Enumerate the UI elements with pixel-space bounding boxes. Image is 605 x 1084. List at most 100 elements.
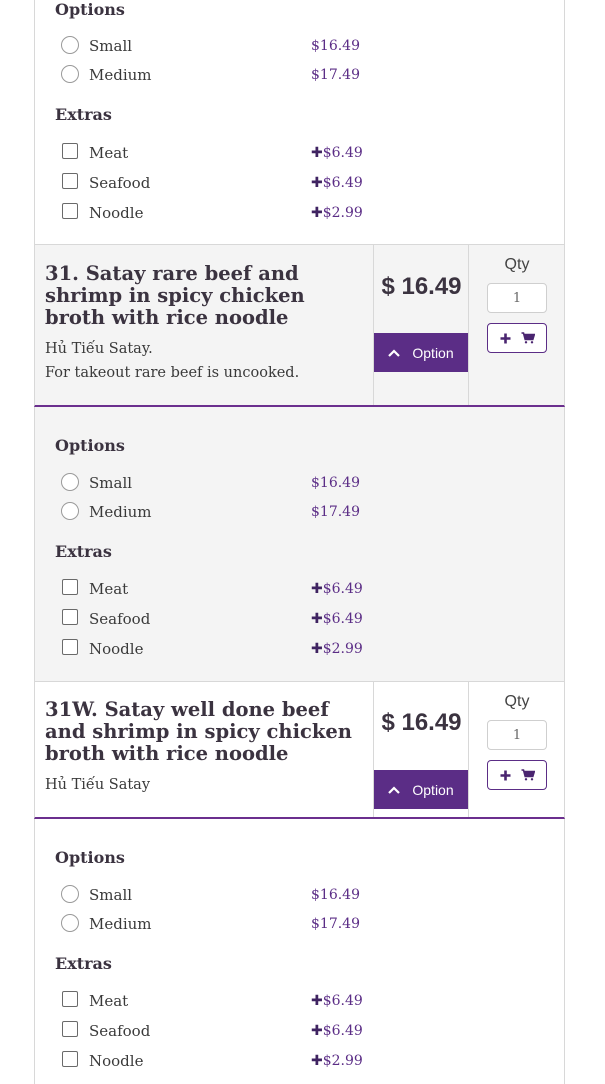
extra-price: ✚$2.99 bbox=[311, 205, 363, 221]
extra-price: ✚$6.49 bbox=[311, 1023, 363, 1039]
size-option-small[interactable]: Small $16.49 bbox=[61, 34, 391, 56]
qty-label: Qty bbox=[504, 256, 530, 273]
quantity-input[interactable] bbox=[487, 720, 547, 750]
options-panel-31: Options Small $16.49 Medium $17.49 Extra… bbox=[34, 407, 565, 682]
extra-price: ✚$6.49 bbox=[311, 145, 363, 161]
item-title: 31W. Satay well done beef and shrimp in … bbox=[45, 698, 352, 765]
plus-icon: ✚ bbox=[311, 175, 323, 191]
extras-heading: Extras bbox=[55, 105, 112, 124]
extra-option-seafood[interactable]: Seafood ✚$6.49 bbox=[61, 607, 391, 629]
extra-label: Noodle bbox=[89, 1052, 144, 1070]
extra-option-noodle[interactable]: Noodle ✚$2.99 bbox=[61, 637, 391, 659]
menu-item-31: 31. Satay rare beef and shrimp in spicy … bbox=[34, 244, 565, 407]
extra-option-meat[interactable]: Meat ✚$6.49 bbox=[61, 989, 391, 1011]
checkbox[interactable] bbox=[62, 991, 78, 1007]
size-label: Medium bbox=[89, 915, 152, 933]
extra-label: Seafood bbox=[89, 610, 151, 628]
extra-option-seafood[interactable]: Seafood ✚$6.49 bbox=[61, 171, 391, 193]
size-label: Small bbox=[89, 474, 133, 492]
options-heading: Options bbox=[55, 0, 125, 19]
qty-column: Qty bbox=[470, 682, 564, 817]
qty-label: Qty bbox=[504, 693, 530, 710]
extra-label: Noodle bbox=[89, 640, 144, 658]
checkbox[interactable] bbox=[62, 143, 78, 159]
size-label: Medium bbox=[89, 503, 152, 521]
extra-price: ✚$6.49 bbox=[311, 175, 363, 191]
size-price: $16.49 bbox=[311, 887, 360, 903]
extra-option-meat[interactable]: Meat ✚$6.49 bbox=[61, 141, 391, 163]
plus-icon: ✚ bbox=[311, 993, 323, 1009]
chevron-up-icon bbox=[388, 785, 401, 794]
extra-label: Seafood bbox=[89, 1022, 151, 1040]
item-description: Hủ Tiếu Satay bbox=[45, 777, 151, 793]
plus-icon: ✚ bbox=[311, 581, 323, 597]
extra-option-noodle[interactable]: Noodle ✚$2.99 bbox=[61, 201, 391, 223]
checkbox[interactable] bbox=[62, 1021, 78, 1037]
extra-option-noodle[interactable]: Noodle ✚$2.99 bbox=[61, 1049, 391, 1071]
extra-label: Meat bbox=[89, 992, 129, 1010]
options-heading: Options bbox=[55, 848, 125, 867]
extra-option-meat[interactable]: Meat ✚$6.49 bbox=[61, 577, 391, 599]
plus-icon: ✚ bbox=[311, 1053, 323, 1069]
item-info: 31W. Satay well done beef and shrimp in … bbox=[35, 682, 374, 817]
extra-label: Meat bbox=[89, 144, 129, 162]
size-price: $16.49 bbox=[311, 475, 360, 491]
cart-icon bbox=[521, 332, 535, 344]
options-heading: Options bbox=[55, 436, 125, 455]
size-label: Medium bbox=[89, 66, 152, 84]
extra-price: ✚$2.99 bbox=[311, 641, 363, 657]
option-toggle-button[interactable]: Option bbox=[374, 770, 468, 809]
radio-button[interactable] bbox=[61, 473, 79, 491]
checkbox[interactable] bbox=[62, 203, 78, 219]
checkbox[interactable] bbox=[62, 173, 78, 189]
radio-button[interactable] bbox=[61, 65, 79, 83]
size-option-medium[interactable]: Medium $17.49 bbox=[61, 63, 391, 85]
option-toggle-button[interactable]: Option bbox=[374, 333, 468, 372]
radio-button[interactable] bbox=[61, 502, 79, 520]
add-to-cart-button[interactable] bbox=[487, 760, 547, 790]
options-panel-top: Options Small $16.49 Medium $17.49 Extra… bbox=[34, 0, 565, 245]
checkbox[interactable] bbox=[62, 639, 78, 655]
size-price: $17.49 bbox=[311, 504, 360, 520]
cart-icon bbox=[521, 769, 535, 781]
item-title: 31. Satay rare beef and shrimp in spicy … bbox=[45, 262, 305, 329]
menu-item-31w: 31W. Satay well done beef and shrimp in … bbox=[34, 681, 565, 819]
extra-price: ✚$6.49 bbox=[311, 993, 363, 1009]
size-option-medium[interactable]: Medium $17.49 bbox=[61, 912, 391, 934]
radio-button[interactable] bbox=[61, 36, 79, 54]
plus-icon bbox=[500, 770, 510, 780]
options-panel-31w: Options Small $16.49 Medium $17.49 Extra… bbox=[34, 819, 565, 1084]
size-option-medium[interactable]: Medium $17.49 bbox=[61, 500, 391, 522]
size-option-small[interactable]: Small $16.49 bbox=[61, 883, 391, 905]
item-price: $ 16.49 bbox=[381, 709, 462, 736]
extra-price: ✚$6.49 bbox=[311, 611, 363, 627]
radio-button[interactable] bbox=[61, 914, 79, 932]
plus-icon: ✚ bbox=[311, 641, 323, 657]
checkbox[interactable] bbox=[62, 1051, 78, 1067]
size-label: Small bbox=[89, 37, 133, 55]
extra-label: Noodle bbox=[89, 204, 144, 222]
checkbox[interactable] bbox=[62, 579, 78, 595]
extra-label: Seafood bbox=[89, 174, 151, 192]
quantity-input[interactable] bbox=[487, 283, 547, 313]
option-button-label: Option bbox=[412, 781, 454, 798]
option-button-label: Option bbox=[412, 344, 454, 361]
size-price: $16.49 bbox=[311, 38, 360, 54]
size-price: $17.49 bbox=[311, 916, 360, 932]
add-to-cart-button[interactable] bbox=[487, 323, 547, 353]
plus-icon: ✚ bbox=[311, 611, 323, 627]
plus-icon bbox=[500, 333, 510, 343]
size-option-small[interactable]: Small $16.49 bbox=[61, 471, 391, 493]
extra-option-seafood[interactable]: Seafood ✚$6.49 bbox=[61, 1019, 391, 1041]
item-note: For takeout rare beef is uncooked. bbox=[45, 365, 300, 381]
extra-label: Meat bbox=[89, 580, 129, 598]
radio-button[interactable] bbox=[61, 885, 79, 903]
item-price-column: $ 16.49 Option bbox=[374, 682, 469, 817]
checkbox[interactable] bbox=[62, 609, 78, 625]
qty-column: Qty bbox=[470, 245, 564, 405]
plus-icon: ✚ bbox=[311, 145, 323, 161]
extras-heading: Extras bbox=[55, 954, 112, 973]
extra-price: ✚$2.99 bbox=[311, 1053, 363, 1069]
size-label: Small bbox=[89, 886, 133, 904]
size-price: $17.49 bbox=[311, 67, 360, 83]
